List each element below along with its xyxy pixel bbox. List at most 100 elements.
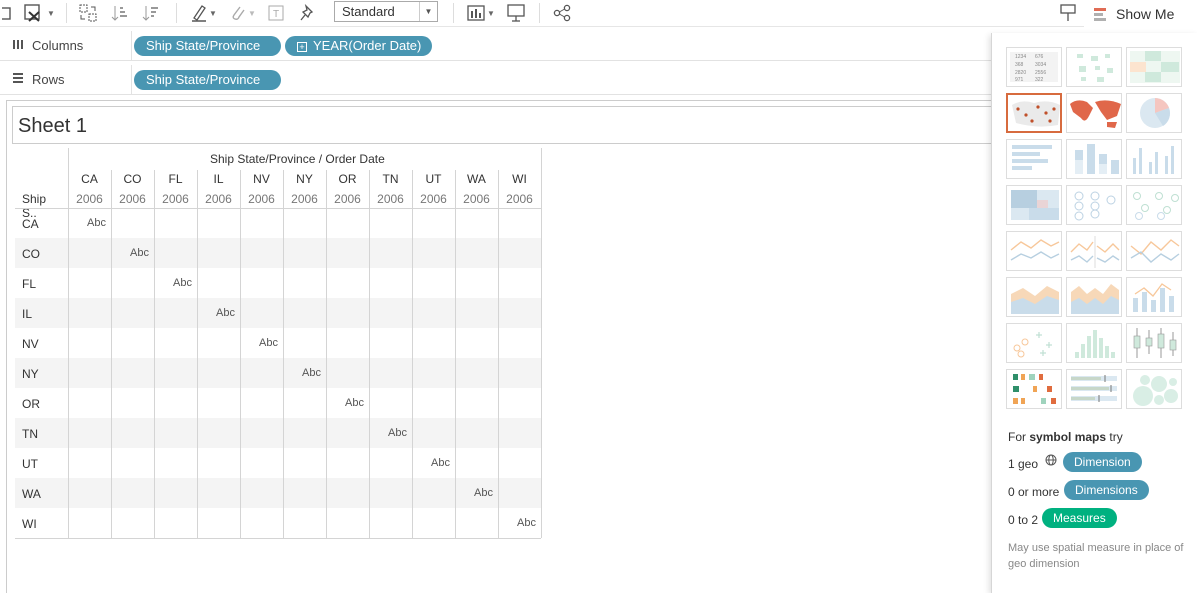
column-header-year[interactable]: 2006: [68, 192, 111, 206]
text-mark[interactable]: Abc: [419, 457, 462, 469]
text-mark[interactable]: Abc: [376, 427, 419, 439]
show-me-heat-map-thumbnail[interactable]: [1066, 47, 1122, 87]
svg-text:2556: 2556: [1035, 70, 1046, 76]
row-header-state[interactable]: CO: [22, 247, 40, 261]
column-header-state[interactable]: FL: [154, 172, 197, 186]
show-me-lines-discrete-thumbnail[interactable]: [1066, 231, 1122, 271]
show-me-gantt-chart-thumbnail[interactable]: [1006, 369, 1062, 409]
column-header-year[interactable]: 2006: [455, 192, 498, 206]
clear-sheet-icon[interactable]: ▼: [20, 3, 58, 23]
show-me-pie-chart-thumbnail[interactable]: [1126, 93, 1182, 133]
text-mark[interactable]: Abc: [290, 367, 333, 379]
svg-text:322: 322: [1035, 77, 1044, 83]
column-header-year[interactable]: 2006: [240, 192, 283, 206]
column-header-state[interactable]: TN: [369, 172, 412, 186]
show-me-stacked-bars-thumbnail[interactable]: [1066, 139, 1122, 179]
share-icon[interactable]: [551, 3, 573, 23]
requirement-dimension-pill: Dimension: [1063, 452, 1142, 472]
show-me-packed-bubbles-thumbnail[interactable]: [1126, 369, 1182, 409]
show-me-horizontal-bars-thumbnail[interactable]: [1006, 139, 1062, 179]
fix-axes-pin-icon[interactable]: [298, 3, 318, 23]
column-header-state[interactable]: IL: [197, 172, 240, 186]
column-header-state[interactable]: WA: [455, 172, 498, 186]
expand-plus-icon[interactable]: +: [297, 42, 307, 52]
show-me-side-by-side-bars-thumbnail[interactable]: [1126, 139, 1182, 179]
row-header-state[interactable]: WI: [22, 517, 37, 531]
show-me-icon: [1094, 7, 1108, 21]
text-mark[interactable]: Abc: [333, 397, 376, 409]
text-mark[interactable]: Abc: [161, 277, 204, 289]
column-header-year[interactable]: 2006: [154, 192, 197, 206]
show-me-circle-views-thumbnail[interactable]: [1066, 185, 1122, 225]
show-me-dual-combination-thumbnail[interactable]: [1126, 277, 1182, 317]
row-header-state[interactable]: WA: [22, 487, 41, 501]
row-band: [15, 298, 541, 328]
show-me-text-table-thumbnail[interactable]: 1234 676 368 3034 2820 2556 971 322: [1006, 47, 1062, 87]
show-me-tab[interactable]: Show Me: [1084, 0, 1197, 27]
column-header-year[interactable]: 2006: [412, 192, 455, 206]
show-me-note: May use spatial measure in place of geo …: [1008, 542, 1184, 570]
column-header-state[interactable]: CA: [68, 172, 111, 186]
column-header-state[interactable]: NY: [283, 172, 326, 186]
columns-pill-ship-state[interactable]: Ship State/Province: [134, 36, 281, 56]
row-header-state[interactable]: UT: [22, 457, 38, 471]
show-me-hint: For symbol maps try: [1008, 430, 1123, 444]
row-header-state[interactable]: TN: [22, 427, 38, 441]
columns-pill-year-order-date[interactable]: + YEAR(Order Date): [285, 36, 432, 56]
text-mark[interactable]: Abc: [247, 337, 290, 349]
text-mark[interactable]: Abc: [505, 517, 548, 529]
sheet-title[interactable]: Sheet 1: [12, 106, 992, 144]
column-header-state[interactable]: OR: [326, 172, 369, 186]
column-header-state[interactable]: WI: [498, 172, 541, 186]
column-header-year[interactable]: 2006: [326, 192, 369, 206]
show-me-treemap-thumbnail[interactable]: [1006, 185, 1062, 225]
text-mark[interactable]: Abc: [462, 487, 505, 499]
tooltip-toggle-icon[interactable]: [1057, 3, 1079, 23]
svg-text:3034: 3034: [1035, 62, 1046, 68]
column-header-year[interactable]: 2006: [111, 192, 154, 206]
highlight-icon[interactable]: ▼: [188, 3, 220, 23]
show-me-lines-continuous-thumbnail[interactable]: [1006, 231, 1062, 271]
text-mark[interactable]: Abc: [75, 217, 118, 229]
show-me-bullet-graph-thumbnail[interactable]: [1066, 369, 1122, 409]
presentation-mode-icon[interactable]: [505, 3, 527, 23]
requirement-measures-label: 0 to 2: [1008, 513, 1039, 527]
group-members-icon[interactable]: ▼: [226, 3, 260, 23]
sort-ascending-icon[interactable]: [110, 3, 130, 23]
show-me-area-discrete-thumbnail[interactable]: [1066, 277, 1122, 317]
show-me-box-and-whisker-thumbnail[interactable]: [1126, 323, 1182, 363]
row-header-state[interactable]: OR: [22, 397, 40, 411]
svg-text:676: 676: [1035, 54, 1044, 60]
column-header-year[interactable]: 2006: [283, 192, 326, 206]
row-header-state[interactable]: NV: [22, 337, 39, 351]
column-header-state[interactable]: UT: [412, 172, 455, 186]
rows-label: Rows: [32, 72, 65, 87]
row-header-state[interactable]: NY: [22, 367, 39, 381]
show-mark-labels-icon[interactable]: T: [266, 3, 286, 23]
swap-rows-columns-icon[interactable]: [78, 3, 98, 23]
row-header-state[interactable]: IL: [22, 307, 32, 321]
column-header-state[interactable]: NV: [240, 172, 283, 186]
rows-pill-ship-state[interactable]: Ship State/Province: [134, 70, 281, 90]
show-me-histogram-thumbnail[interactable]: [1066, 323, 1122, 363]
show-me-area-continuous-thumbnail[interactable]: [1006, 277, 1062, 317]
toolbar: ▼ ▼ ▼ T Standard ▼ ▼ Show Me: [0, 0, 1197, 27]
sort-descending-icon[interactable]: [141, 3, 161, 23]
text-mark[interactable]: Abc: [204, 307, 247, 319]
column-header-state[interactable]: CO: [111, 172, 154, 186]
column-header-year[interactable]: 2006: [369, 192, 412, 206]
new-worksheet-icon[interactable]: [0, 3, 14, 23]
show-me-symbol-map-thumbnail[interactable]: [1006, 93, 1062, 133]
row-header-state[interactable]: CA: [22, 217, 39, 231]
show-me-scatter-plot-thumbnail[interactable]: [1006, 323, 1062, 363]
column-header-year[interactable]: 2006: [498, 192, 541, 206]
row-header-state[interactable]: FL: [22, 277, 36, 291]
show-me-dual-lines-thumbnail[interactable]: [1126, 231, 1182, 271]
column-header-year[interactable]: 2006: [197, 192, 240, 206]
show-me-filled-map-thumbnail[interactable]: [1066, 93, 1122, 133]
text-mark[interactable]: Abc: [118, 247, 161, 259]
show-hide-cards-icon[interactable]: ▼: [464, 3, 498, 23]
mark-size-select[interactable]: Standard ▼: [334, 1, 438, 22]
show-me-side-by-side-circles-thumbnail[interactable]: [1126, 185, 1182, 225]
show-me-highlight-table-thumbnail[interactable]: [1126, 47, 1182, 87]
